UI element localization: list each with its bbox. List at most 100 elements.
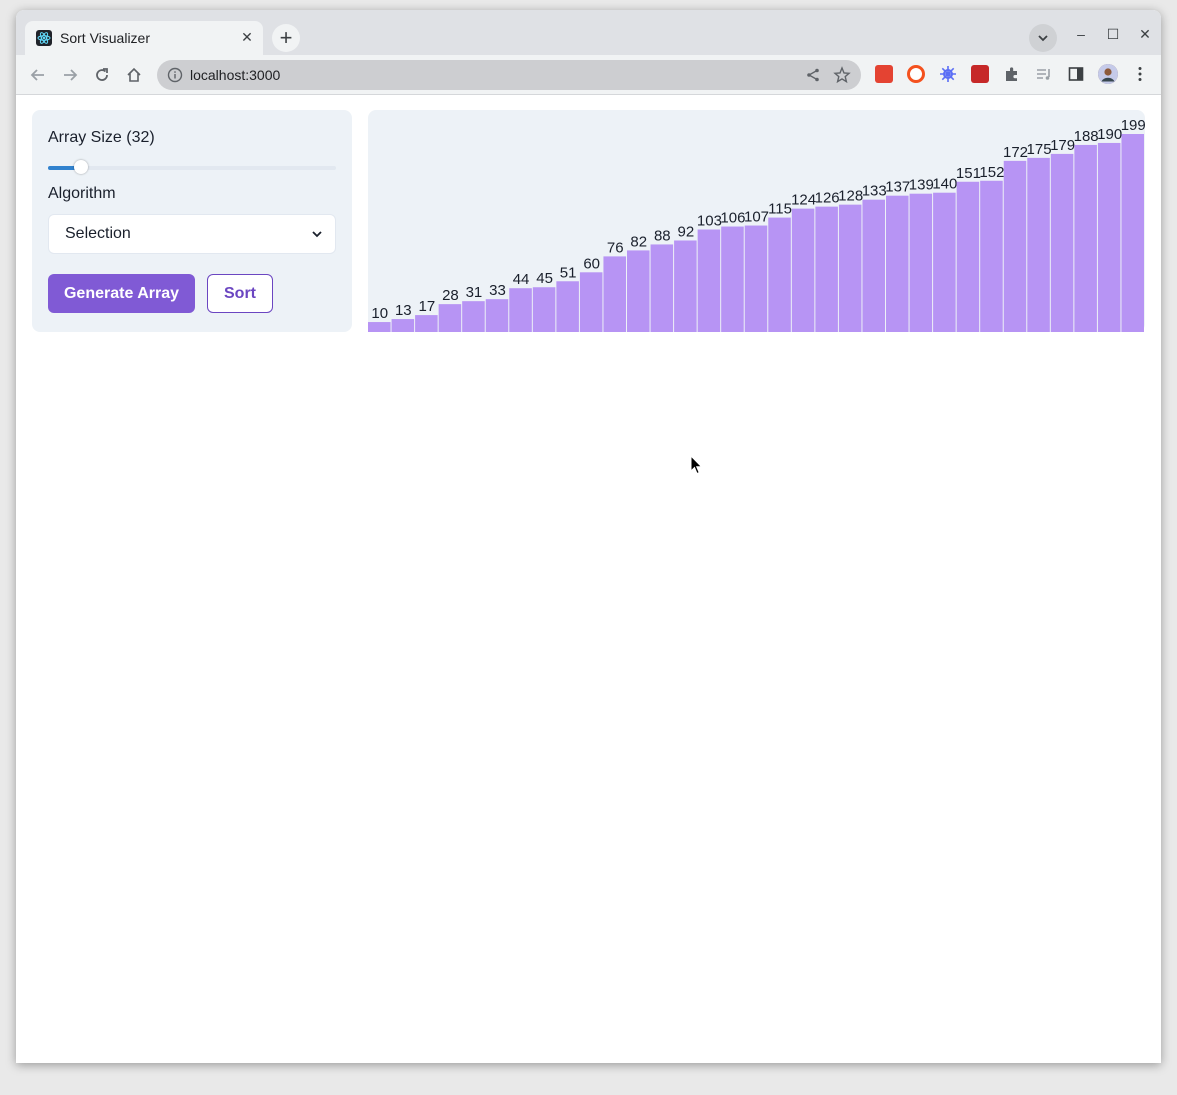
back-button[interactable]: [26, 63, 50, 87]
slider-thumb[interactable]: [74, 160, 89, 174]
bookmark-star-icon[interactable]: [833, 66, 851, 84]
bar: [1074, 144, 1097, 332]
bar: [650, 244, 674, 332]
bar-chart: 10 13 17 28 31 33 44 45 51 60 76 82 88 92 103 106 107 115…: [368, 110, 1146, 332]
bar: [1121, 134, 1144, 332]
chevron-down-icon: [1038, 35, 1048, 42]
algorithm-select[interactable]: Selection: [48, 214, 336, 254]
extensions-puzzle-icon[interactable]: [1003, 65, 1021, 83]
bar-value-label: 128: [838, 188, 863, 205]
bar-value-label: 17: [419, 298, 436, 315]
tab-strip: Sort Visualizer ✕ + – ☐ ✕: [16, 10, 1161, 55]
bar: [815, 206, 838, 332]
minimize-button[interactable]: –: [1071, 24, 1091, 44]
bar: [438, 304, 462, 332]
arrow-right-icon: [64, 69, 78, 81]
bar: [933, 192, 956, 332]
reload-icon: [96, 68, 108, 81]
bar-value-label: 133: [862, 183, 887, 200]
bar-value-label: 188: [1074, 128, 1099, 145]
bar: [1097, 142, 1121, 332]
info-icon[interactable]: [167, 67, 183, 83]
bar: [485, 299, 509, 332]
forward-button[interactable]: [58, 63, 82, 87]
maximize-button[interactable]: ☐: [1103, 24, 1123, 44]
blue-flower-extension-icon[interactable]: [939, 65, 957, 83]
close-window-button[interactable]: ✕: [1135, 24, 1155, 44]
bar: [603, 256, 626, 332]
todoist-extension-icon[interactable]: [875, 65, 893, 83]
tab-title: Sort Visualizer: [60, 30, 151, 46]
bar-value-label: 31: [466, 284, 483, 301]
home-button[interactable]: [122, 63, 146, 87]
bar: [509, 288, 532, 332]
bar: [744, 225, 768, 332]
side-panel-icon[interactable]: [1067, 65, 1085, 83]
bar: [415, 315, 438, 332]
menu-kebab-icon[interactable]: [1131, 65, 1149, 83]
url-text[interactable]: localhost:3000: [190, 67, 280, 83]
bar-value-label: 51: [560, 264, 577, 281]
bar-value-label: 124: [791, 192, 816, 209]
bar: [886, 195, 909, 332]
share-icon[interactable]: [805, 67, 821, 83]
chevron-down-icon: [312, 231, 322, 238]
algorithm-label: Algorithm: [48, 185, 116, 202]
bar: [579, 272, 603, 332]
controls-panel: Array Size (32) Algorithm Selection Gene…: [32, 110, 352, 332]
bar: [909, 193, 933, 332]
bar-value-label: 82: [630, 233, 647, 250]
bar: [697, 229, 721, 332]
bar-value-label: 76: [607, 239, 624, 256]
bar-value-label: 10: [371, 305, 388, 322]
array-size-label: Array Size (32): [48, 129, 155, 146]
media-queue-icon[interactable]: [1035, 65, 1053, 83]
bar: [556, 281, 579, 332]
bar: [1050, 153, 1074, 332]
browser-window: Sort Visualizer ✕ + – ☐ ✕ localhost:3000…: [16, 10, 1161, 1063]
browser-toolbar: localhost:3000: [16, 55, 1161, 95]
bar: [862, 199, 885, 332]
bar-value-label: 172: [1003, 144, 1028, 161]
bar: [791, 208, 815, 332]
generate-array-button[interactable]: Generate Array: [48, 274, 195, 313]
bar: [532, 287, 556, 332]
tab-close-icon[interactable]: ✕: [239, 29, 255, 45]
bar: [838, 204, 862, 332]
profile-avatar[interactable]: [1098, 64, 1118, 84]
bar-value-label: 106: [720, 210, 745, 227]
tab-search-button[interactable]: [1029, 24, 1057, 52]
bar-value-label: 190: [1097, 126, 1122, 143]
bar-value-label: 115: [768, 201, 792, 218]
orange-circle-extension-icon[interactable]: [907, 65, 925, 83]
bar-value-label: 103: [697, 213, 722, 230]
bar-value-label: 13: [395, 302, 412, 319]
home-icon: [127, 67, 141, 82]
bar-value-label: 151: [956, 165, 981, 182]
new-tab-button[interactable]: +: [272, 24, 300, 52]
bar-value-label: 175: [1027, 141, 1052, 158]
bar-value-label: 60: [583, 255, 600, 272]
bar-value-label: 33: [489, 282, 506, 299]
red-square-extension-icon[interactable]: [971, 65, 989, 83]
array-size-slider[interactable]: [48, 160, 336, 174]
browser-tab[interactable]: Sort Visualizer ✕: [25, 21, 263, 55]
bar: [956, 181, 980, 332]
bar-value-label: 140: [932, 176, 957, 193]
bar-value-label: 45: [536, 270, 553, 287]
bar: [462, 301, 485, 332]
bar-value-label: 107: [744, 209, 769, 226]
react-favicon-icon: [36, 30, 52, 46]
algorithm-selected-value: Selection: [65, 225, 131, 242]
bar: [1027, 157, 1050, 332]
bar: [768, 217, 791, 332]
bar-value-label: 152: [979, 164, 1004, 181]
bar-value-label: 139: [909, 177, 934, 194]
page-content: Array Size (32) Algorithm Selection Gene…: [16, 95, 1161, 1063]
bar: [721, 226, 744, 332]
reload-button[interactable]: [90, 63, 114, 87]
bar: [368, 322, 391, 332]
sort-button[interactable]: Sort: [207, 274, 273, 313]
address-bar[interactable]: localhost:3000: [157, 60, 861, 90]
bar-value-label: 92: [678, 223, 695, 240]
